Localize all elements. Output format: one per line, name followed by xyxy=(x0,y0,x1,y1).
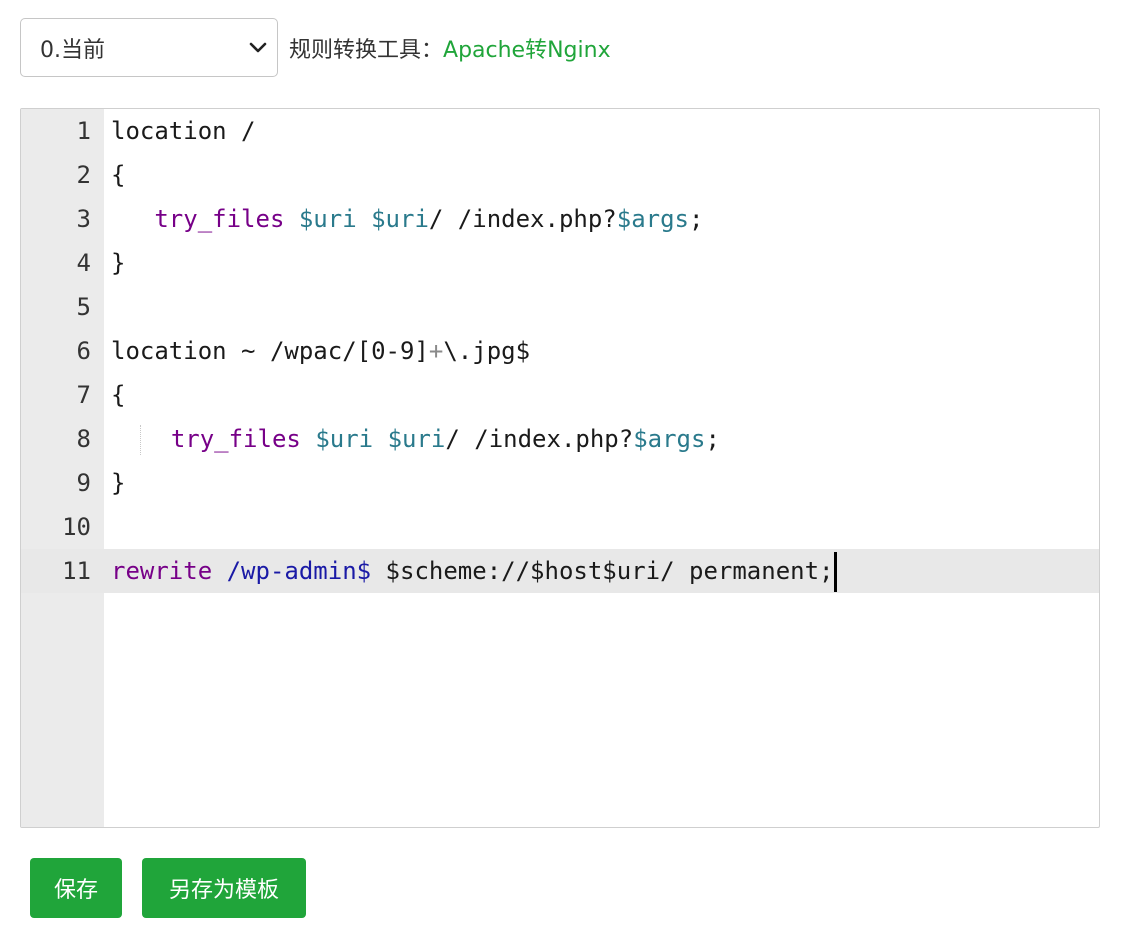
code-token: + xyxy=(428,337,444,365)
line-number: 7 xyxy=(76,381,91,409)
code-lines: 1 location /2{3 try_files $uri $uri/ /ind… xyxy=(21,109,1099,593)
rewrite-rule-panel: 0.当前 规则转换工具：Apache转Nginx 1 location /2{3 … xyxy=(0,0,1136,944)
code-token: $uri xyxy=(315,425,374,453)
code-token: { xyxy=(111,381,126,409)
code-line[interactable]: 3 try_files $uri $uri/ /index.php?$args; xyxy=(21,197,1099,241)
apache-to-nginx-link[interactable]: Apache转Nginx xyxy=(443,38,611,63)
line-code: } xyxy=(111,461,125,505)
code-token: $uri xyxy=(387,425,446,453)
code-line[interactable]: 6 location ~ /wpac/[0-9]+\.jpg$ xyxy=(21,329,1099,373)
line-code: { xyxy=(111,373,125,417)
code-token: { xyxy=(111,161,126,189)
code-token: $scheme://$host$uri/ permanent; xyxy=(371,557,834,585)
line-number: 6 xyxy=(76,337,91,365)
line-number: 2 xyxy=(76,161,91,189)
code-line[interactable]: 4} xyxy=(21,241,1099,285)
line-code: location ~ /wpac/[0-9]+\.jpg$ xyxy=(111,329,530,373)
line-code: try_files $uri $uri/ /index.php?$args; xyxy=(111,197,703,241)
save-as-template-button[interactable]: 另存为模板 xyxy=(142,858,306,918)
code-token: $args xyxy=(616,205,689,233)
line-number: 9 xyxy=(76,469,91,497)
line-code: try_files $uri $uri/ /index.php?$args; xyxy=(111,417,720,461)
save-button[interactable]: 保存 xyxy=(30,858,122,918)
line-number: 11 xyxy=(62,557,91,585)
line-number: 10 xyxy=(62,513,91,541)
code-token: ; xyxy=(689,205,704,233)
code-line[interactable]: 11 rewrite /wp-admin$ $scheme://$host$uri… xyxy=(21,549,1099,593)
line-number: 4 xyxy=(76,249,91,277)
code-token: location / xyxy=(111,117,256,145)
version-select[interactable]: 0.当前 xyxy=(20,18,278,77)
toolbar: 0.当前 规则转换工具：Apache转Nginx xyxy=(20,17,611,78)
code-token: try_files xyxy=(170,425,301,453)
code-line[interactable]: 9} xyxy=(21,461,1099,505)
code-line[interactable]: 10 xyxy=(21,505,1099,549)
code-token: try_files xyxy=(154,205,285,233)
code-token: $uri xyxy=(298,205,357,233)
tool-label: 规则转换工具： xyxy=(289,37,444,63)
code-line[interactable]: 1 location / xyxy=(21,109,1099,153)
line-number: 8 xyxy=(76,425,91,453)
version-select-value: 0.当前 xyxy=(40,37,105,63)
line-code: { xyxy=(111,153,125,197)
code-token: $uri xyxy=(371,205,429,233)
line-number: 5 xyxy=(76,293,91,321)
code-line[interactable]: 2{ xyxy=(21,153,1099,197)
line-number: 3 xyxy=(76,205,91,233)
code-token: / /index.php? xyxy=(428,205,617,233)
conversion-tool-label: 规则转换工具：Apache转Nginx xyxy=(289,32,611,64)
code-editor[interactable]: 1 location /2{3 try_files $uri $uri/ /ind… xyxy=(20,108,1100,828)
chevron-down-icon xyxy=(249,42,267,54)
line-code: rewrite /wp-admin$ $scheme://$host$uri/ … xyxy=(111,549,838,593)
code-line[interactable]: 5 xyxy=(21,285,1099,329)
code-line[interactable]: 7{ xyxy=(21,373,1099,417)
code-token: \.jpg$ xyxy=(443,337,531,365)
code-token: $args xyxy=(633,425,706,453)
code-token: location ~ /wpac/[0-9] xyxy=(111,337,429,365)
code-token: rewrite xyxy=(111,557,213,585)
line-code: location / xyxy=(111,109,256,153)
code-token: ; xyxy=(705,425,720,453)
code-token: /wp-admin$ xyxy=(226,557,372,585)
line-number: 1 xyxy=(76,117,91,145)
code-token: / /index.php? xyxy=(445,425,634,453)
code-token: } xyxy=(111,469,126,497)
code-token: } xyxy=(111,249,126,277)
code-line[interactable]: 8 try_files $uri $uri/ /index.php?$args; xyxy=(21,417,1099,461)
text-cursor xyxy=(834,552,838,592)
line-code: } xyxy=(111,241,125,285)
